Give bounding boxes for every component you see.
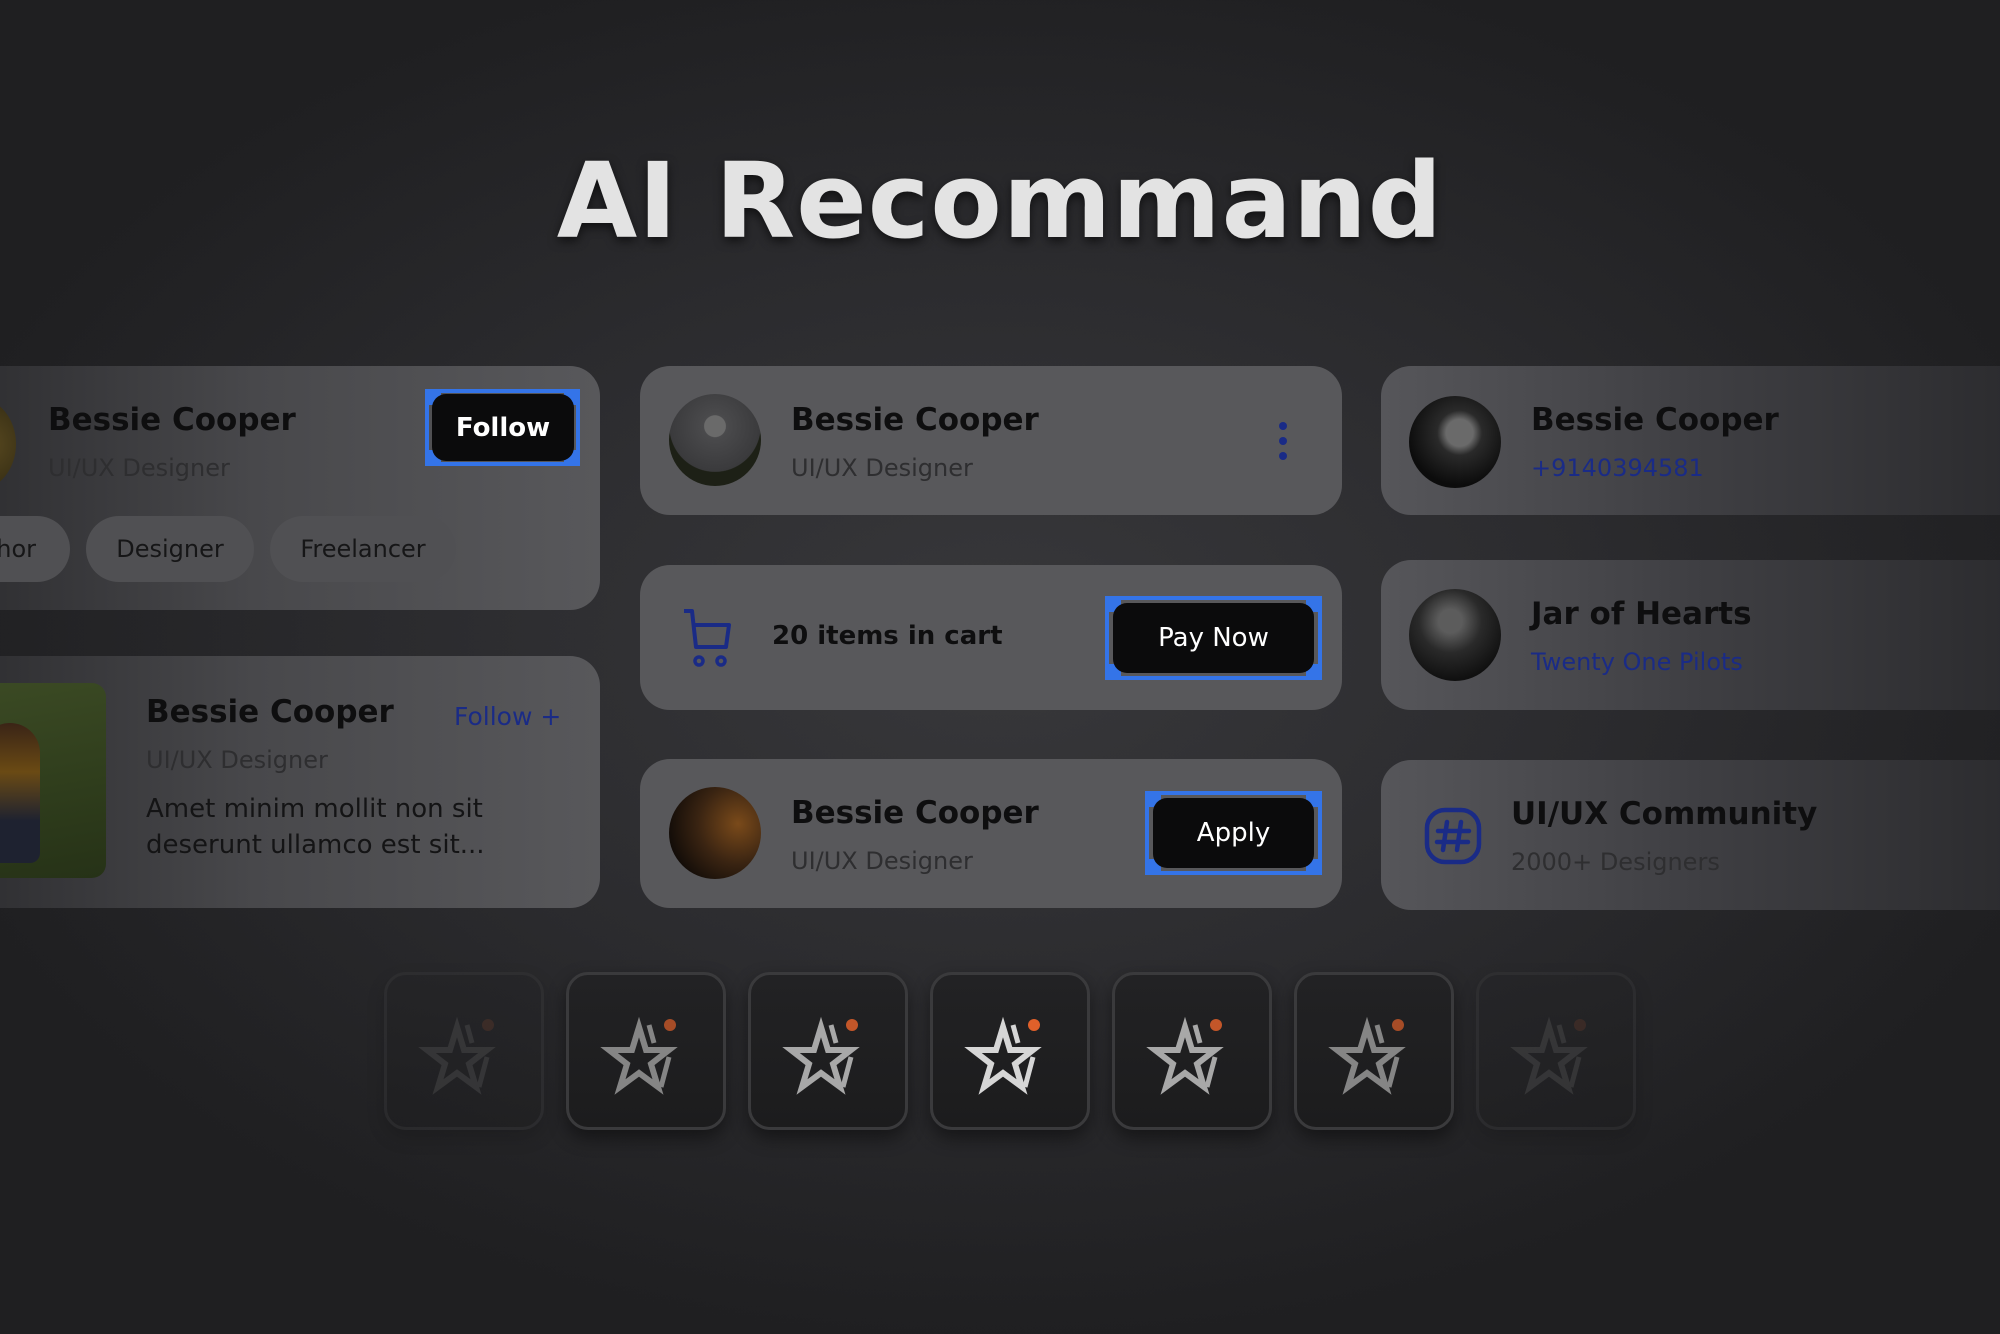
music-card: Jar of Hearts Twenty One Pilots: [1381, 560, 2000, 710]
profile-card: Bessie Cooper UI/UX Designer: [640, 366, 1342, 515]
icon-tile[interactable]: [566, 972, 726, 1130]
tag-chip[interactable]: hor: [0, 516, 70, 582]
avatar: [1409, 396, 1501, 488]
icon-tile[interactable]: [748, 972, 908, 1130]
cart-icon: [684, 609, 731, 667]
community-card: UI/UX Community 2000+ Designers: [1381, 760, 2000, 910]
avatar: [669, 787, 761, 879]
notification-dot: [1392, 1019, 1404, 1031]
hashtag-icon: [1424, 807, 1482, 865]
contact-name: Bessie Cooper: [1531, 402, 1779, 438]
album-art: [1409, 589, 1501, 681]
user-name: Bessie Cooper: [48, 402, 296, 438]
icon-tile[interactable]: [384, 972, 544, 1130]
ai-star-icon: [1146, 1016, 1224, 1095]
user-role: UI/UX Designer: [48, 454, 230, 482]
post-photo: [0, 683, 106, 878]
person-figure: [0, 723, 40, 863]
notification-dot: [664, 1019, 676, 1031]
apply-card: Bessie Cooper UI/UX Designer Apply: [640, 759, 1342, 908]
avatar: [0, 398, 16, 490]
apply-button[interactable]: Apply: [1153, 798, 1314, 868]
post-description: deserunt ullamco est sit...: [146, 830, 485, 860]
user-role: UI/UX Designer: [791, 454, 973, 482]
page-title: AI Recommand: [556, 140, 1444, 262]
community-name: UI/UX Community: [1511, 796, 1818, 832]
icon-tile[interactable]: [1476, 972, 1636, 1130]
ai-star-icon: [1510, 1016, 1588, 1095]
follow-card: Bessie Cooper UI/UX Designer Follow hor …: [0, 366, 600, 610]
cart-card: 20 items in cart Pay Now: [640, 565, 1342, 710]
avatar: [669, 394, 761, 486]
contact-phone[interactable]: +9140394581: [1531, 454, 1704, 482]
notification-dot: [1028, 1019, 1040, 1031]
icon-tile[interactable]: [1112, 972, 1272, 1130]
ai-star-icon: [782, 1016, 860, 1095]
song-title: Jar of Hearts: [1531, 596, 1752, 632]
song-artist[interactable]: Twenty One Pilots: [1531, 648, 1743, 676]
community-members: 2000+ Designers: [1511, 848, 1720, 876]
pay-now-button[interactable]: Pay Now: [1113, 603, 1314, 673]
ai-star-icon: [1328, 1016, 1406, 1095]
notification-dot: [482, 1019, 494, 1031]
follow-link[interactable]: Follow +: [454, 702, 561, 731]
ai-star-icon: [964, 1016, 1042, 1095]
more-vertical-icon[interactable]: [1275, 420, 1291, 464]
tag-chip[interactable]: Freelancer: [270, 516, 456, 582]
user-role: UI/UX Designer: [791, 847, 973, 875]
notification-dot: [1574, 1019, 1586, 1031]
user-role: UI/UX Designer: [146, 746, 328, 774]
user-name: Bessie Cooper: [791, 402, 1039, 438]
icon-tile[interactable]: [1294, 972, 1454, 1130]
notification-dot: [1210, 1019, 1222, 1031]
icon-tile[interactable]: [930, 972, 1090, 1130]
follow-button[interactable]: Follow: [432, 394, 574, 461]
contact-card: Bessie Cooper +9140394581: [1381, 366, 2000, 515]
ai-star-icon: [600, 1016, 678, 1095]
cart-summary: 20 items in cart: [772, 621, 1003, 651]
post-description: Amet minim mollit non sit: [146, 794, 483, 824]
post-card: Bessie Cooper Follow + UI/UX Designer Am…: [0, 656, 600, 908]
user-name: Bessie Cooper: [146, 694, 394, 730]
notification-dot: [846, 1019, 858, 1031]
user-name: Bessie Cooper: [791, 795, 1039, 831]
ai-star-icon: [418, 1016, 496, 1095]
tag-chip[interactable]: Designer: [86, 516, 254, 582]
